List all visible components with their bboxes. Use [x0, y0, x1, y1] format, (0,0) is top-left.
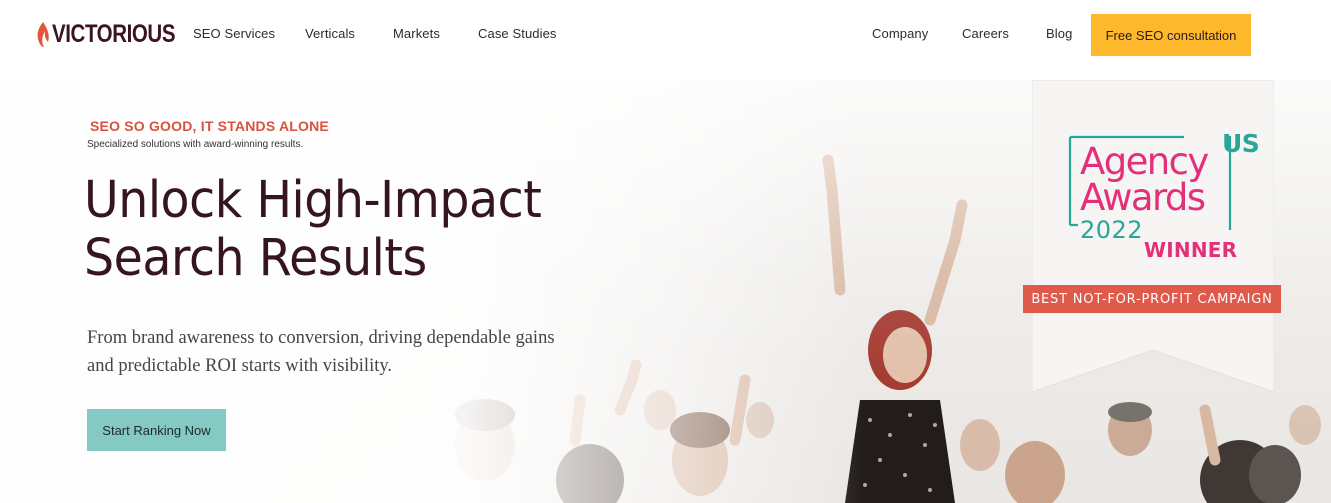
hero-section: SEO SO GOOD, IT STANDS ALONE Specialized…	[0, 80, 1331, 503]
award-awards: Awards	[1080, 176, 1206, 219]
award-agency: Agency	[1080, 140, 1209, 183]
nav-company[interactable]: Company	[872, 26, 928, 41]
hero-lead-line2: and predictable ROI starts with visibili…	[87, 356, 393, 376]
free-seo-consultation-button[interactable]: Free SEO consultation	[1091, 14, 1251, 56]
nav-case-studies[interactable]: Case Studies	[478, 26, 557, 41]
hero-lead-line1: From brand awareness to conversion, driv…	[87, 328, 555, 348]
nav-blog[interactable]: Blog	[1046, 26, 1072, 41]
hero-eyebrow: SEO SO GOOD, IT STANDS ALONE	[90, 118, 329, 134]
award-year: 2022	[1080, 216, 1144, 244]
hero-headline: Unlock High-Impact Search Results	[84, 172, 605, 288]
award-us: US	[1222, 129, 1260, 158]
top-navigation: VICTORIOUS SEO Services Verticals Market…	[0, 0, 1331, 80]
victorious-logo[interactable]: VICTORIOUS	[36, 19, 202, 49]
nav-markets[interactable]: Markets	[393, 26, 440, 41]
nav-seo-services[interactable]: SEO Services	[193, 26, 275, 41]
brand-wordmark: VICTORIOUS	[52, 19, 176, 48]
us-agency-awards-badge: US Agency Awards 2022 WINNER BEST NOT-FO…	[1023, 80, 1281, 395]
flame-icon	[37, 22, 49, 47]
hero-lead: From brand awareness to conversion, driv…	[87, 324, 647, 380]
award-winner: WINNER	[1144, 238, 1238, 262]
award-category-ribbon: BEST NOT-FOR-PROFIT CAMPAIGN	[1023, 285, 1281, 313]
hero-headline-line1: Unlock High-Impact	[84, 171, 542, 230]
hero-sub-eyebrow: Specialized solutions with award-winning…	[87, 139, 304, 150]
hero-headline-line2: Search Results	[84, 229, 427, 288]
nav-careers[interactable]: Careers	[962, 26, 1009, 41]
nav-verticals[interactable]: Verticals	[305, 26, 355, 41]
start-ranking-now-button[interactable]: Start Ranking Now	[87, 409, 226, 451]
